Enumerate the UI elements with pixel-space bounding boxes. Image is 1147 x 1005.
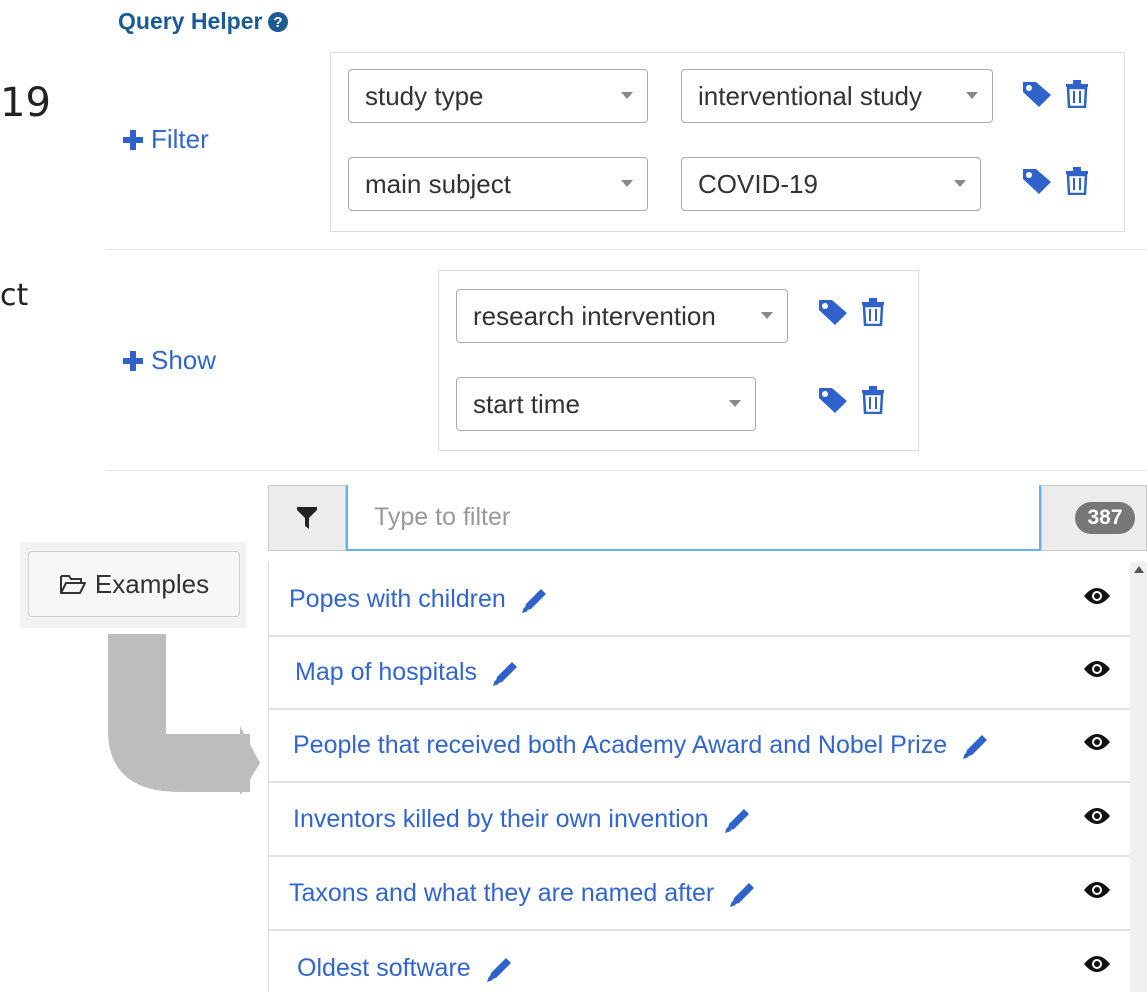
tag-icon[interactable] [1021, 80, 1053, 108]
example-title[interactable]: Inventors killed by their own invention [293, 805, 709, 834]
list-item[interactable]: Popes with children [269, 564, 1131, 637]
example-title[interactable]: People that received both Academy Award … [293, 731, 947, 760]
filter-value-select-2[interactable]: COVID-19 [681, 157, 981, 211]
list-item[interactable]: Oldest software [269, 932, 1131, 1005]
filter-value-text: interventional study [698, 80, 923, 111]
tag-icon[interactable] [817, 386, 849, 414]
show-property-select-2[interactable]: start time [456, 377, 756, 431]
pencil-icon[interactable] [491, 658, 521, 688]
add-show-link[interactable]: Show [122, 345, 216, 376]
svg-text:?: ? [274, 14, 283, 31]
list-item[interactable]: People that received both Academy Award … [269, 710, 1131, 783]
filter-property-value: main subject [365, 168, 511, 199]
filter-actions-1 [1021, 80, 1089, 108]
cropped-text-top: 19 [0, 80, 51, 126]
divider [105, 249, 1147, 250]
scroll-up-arrow-icon[interactable] [1134, 566, 1144, 573]
chevron-down-icon [621, 92, 633, 99]
example-title[interactable]: Oldest software [297, 954, 471, 983]
show-actions-2 [817, 386, 885, 414]
chevron-down-icon [761, 312, 773, 319]
filter-actions-2 [1021, 167, 1089, 195]
example-title[interactable]: Popes with children [289, 585, 506, 614]
trash-icon[interactable] [1065, 167, 1089, 195]
examples-list: Popes with children Map of hospitals Peo… [268, 562, 1131, 992]
pencil-icon[interactable] [520, 585, 550, 615]
filter-input-placeholder: Type to filter [374, 502, 511, 531]
trash-icon[interactable] [861, 298, 885, 326]
folder-open-icon [59, 575, 86, 594]
trash-icon[interactable] [1065, 80, 1089, 108]
filter-input[interactable]: Type to filter [346, 485, 1041, 551]
examples-button-label: Examples [94, 568, 210, 599]
help-icon[interactable]: ? [268, 11, 289, 32]
eye-icon[interactable] [1083, 659, 1111, 679]
chevron-down-icon [954, 180, 966, 187]
example-title[interactable]: Taxons and what they are named after [289, 879, 714, 908]
chevron-down-icon [966, 92, 978, 99]
examples-filter-bar: Type to filter 387 [268, 485, 1147, 551]
plus-icon [123, 129, 143, 150]
list-scrollbar[interactable] [1130, 562, 1147, 992]
eye-icon[interactable] [1083, 586, 1111, 606]
add-filter-link[interactable]: Filter [122, 124, 209, 155]
filter-icon-box[interactable] [268, 485, 346, 551]
filter-property-select-2[interactable]: main subject [348, 157, 648, 211]
add-show-label: Show [151, 345, 217, 375]
query-helper-title-text: Query Helper [118, 8, 263, 34]
eye-icon[interactable] [1083, 806, 1111, 826]
bent-arrow-icon [108, 634, 260, 794]
example-title[interactable]: Map of hospitals [295, 658, 477, 687]
list-item[interactable]: Taxons and what they are named after [269, 858, 1131, 931]
count-box: 387 [1041, 485, 1147, 551]
tag-icon[interactable] [1021, 167, 1053, 195]
divider [105, 470, 1147, 471]
pencil-icon[interactable] [728, 879, 758, 909]
funnel-icon [297, 507, 317, 529]
pencil-icon[interactable] [485, 954, 515, 984]
eye-icon[interactable] [1083, 732, 1111, 752]
examples-button[interactable]: Examples [28, 551, 240, 617]
show-property-value: research intervention [473, 300, 716, 331]
trash-icon[interactable] [861, 386, 885, 414]
query-helper-title: Query Helper ? [118, 8, 289, 35]
show-actions-1 [817, 298, 885, 326]
filter-value-text: COVID-19 [698, 168, 818, 199]
filter-value-select-1[interactable]: interventional study [681, 69, 993, 123]
filter-property-value: study type [365, 80, 484, 111]
list-item[interactable]: Inventors killed by their own invention [269, 784, 1131, 857]
chevron-down-icon [621, 180, 633, 187]
list-item[interactable]: Map of hospitals [269, 637, 1131, 710]
cropped-text-mid: ct [0, 278, 29, 313]
chevron-down-icon [729, 400, 741, 407]
plus-icon [123, 350, 143, 371]
add-filter-label: Filter [151, 124, 209, 154]
show-property-select-1[interactable]: research intervention [456, 289, 788, 343]
pencil-icon[interactable] [723, 805, 753, 835]
count-badge: 387 [1075, 502, 1135, 534]
tag-icon[interactable] [817, 298, 849, 326]
show-property-value: start time [473, 388, 580, 419]
filter-property-select-1[interactable]: study type [348, 69, 648, 123]
eye-icon[interactable] [1083, 880, 1111, 900]
eye-icon[interactable] [1083, 954, 1111, 974]
pencil-icon[interactable] [961, 731, 991, 761]
